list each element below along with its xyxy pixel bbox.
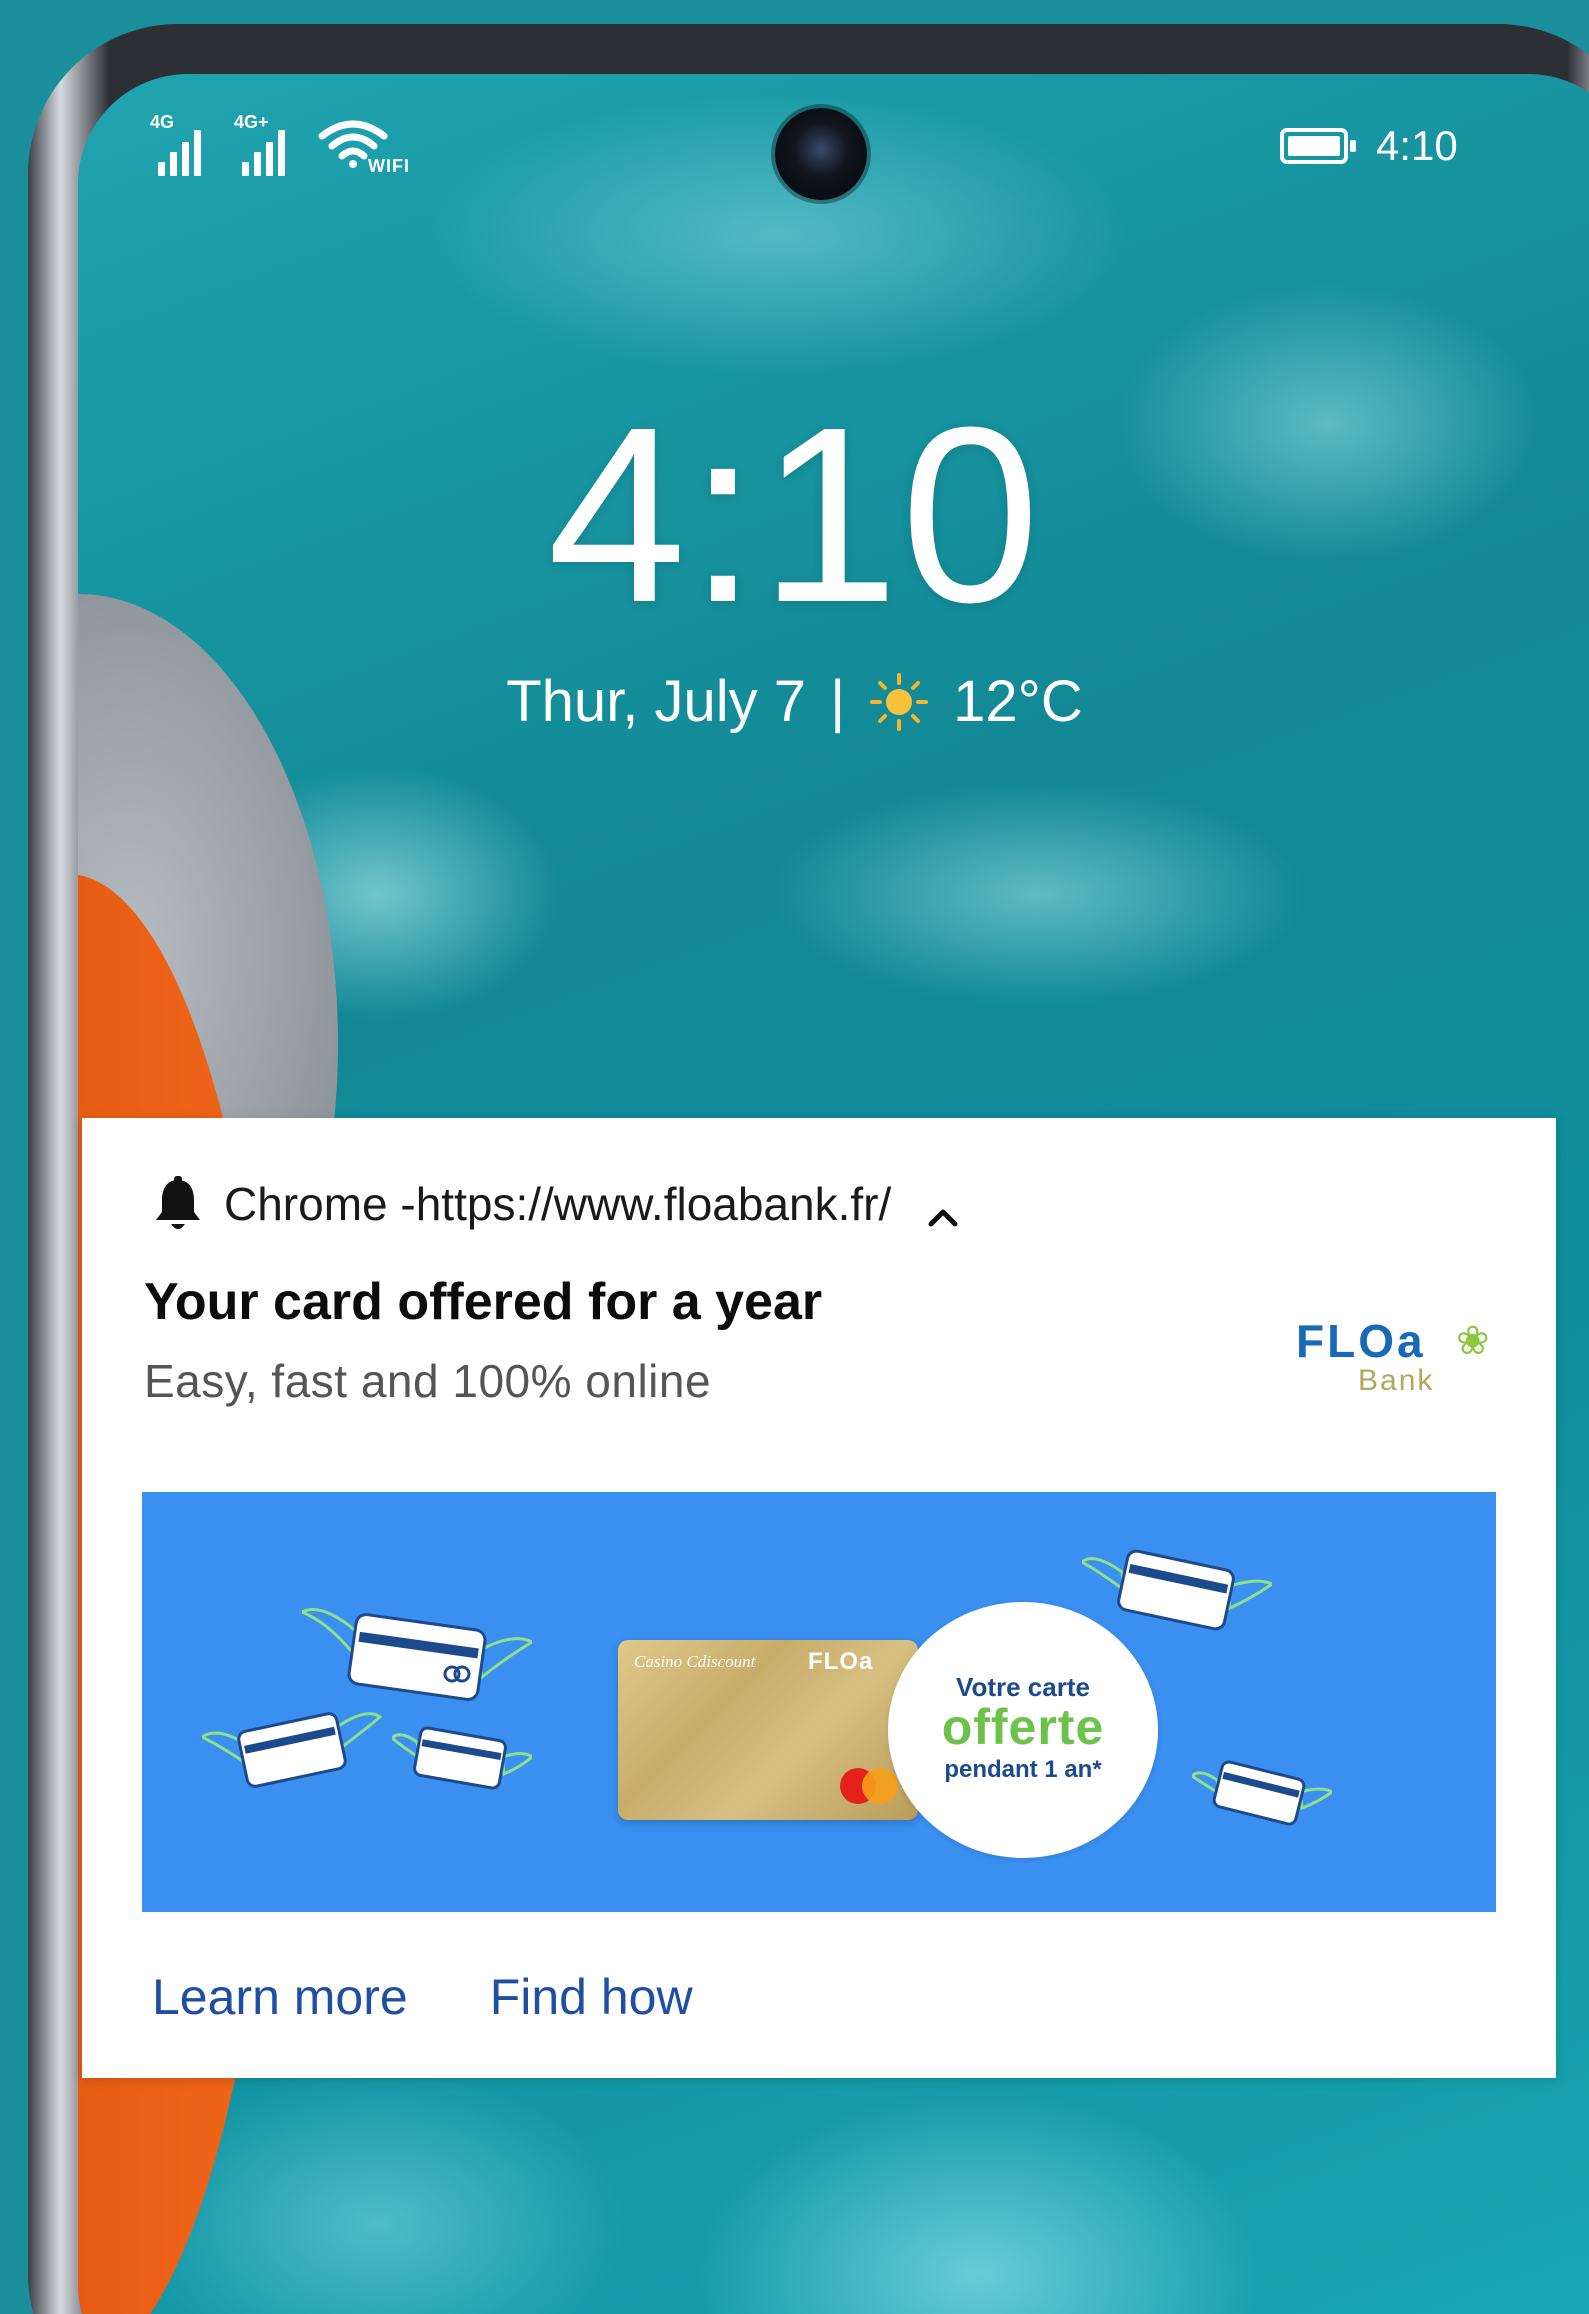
flying-card-icon	[1192, 1760, 1332, 1826]
notification-actions: Learn more Find how	[152, 1968, 693, 2026]
floa-logo-sub: Bank	[1358, 1364, 1435, 1397]
lock-screen-clock: 4:10	[547, 375, 1042, 654]
floa-logo-word: FLOa	[1296, 1315, 1426, 1367]
bell-icon	[152, 1176, 204, 1232]
date-weather-row: Thur, July 7 | 12°C	[0, 668, 1589, 735]
notification-url: https://www.floabank.fr/	[415, 1178, 892, 1230]
sun-icon	[869, 672, 929, 732]
notification-source: Chrome -https://www.floabank.fr/	[224, 1177, 891, 1231]
learn-more-button[interactable]: Learn more	[152, 1968, 408, 2026]
offer-badge: Votre carte offerte pendant 1 an*	[888, 1602, 1158, 1858]
battery-icon	[1280, 128, 1356, 164]
temperature: 12°C	[953, 669, 1083, 734]
find-how-button[interactable]: Find how	[490, 1968, 693, 2026]
push-notification[interactable]: Chrome -https://www.floabank.fr/ Your ca…	[82, 1118, 1556, 2078]
notification-title: Your card offered for a year	[144, 1273, 823, 1331]
flower-icon: ❀	[1456, 1319, 1490, 1363]
signal-icon: 4G	[150, 112, 216, 176]
flying-card-icon	[1082, 1549, 1272, 1631]
front-camera	[775, 108, 867, 200]
wifi-icon: WIFI	[318, 112, 418, 176]
offer-line-3: pendant 1 an*	[944, 1756, 1102, 1783]
notification-header: Chrome -https://www.floabank.fr/	[152, 1176, 963, 1232]
notification-app: Chrome -	[224, 1178, 416, 1230]
status-bar-right: 4:10	[1280, 122, 1589, 170]
status-bar-left: 4G 4G+ WIFI	[150, 112, 418, 176]
date-separator: |	[830, 669, 846, 734]
promo-banner-image[interactable]: Casino Cdiscount FLOa Votre carte offert…	[142, 1492, 1496, 1912]
floa-bank-logo: FLOa ❀ Bank	[1296, 1314, 1496, 1404]
card-brand-casino: Casino Cdiscount	[634, 1652, 756, 1671]
card-brand-floa: FLOa	[808, 1648, 874, 1675]
gold-credit-card: Casino Cdiscount FLOa	[618, 1640, 918, 1820]
flying-card-icon	[392, 1726, 532, 1790]
flying-card-icon	[202, 1712, 382, 1788]
wifi-label: WIFI	[368, 156, 410, 176]
signal-icon: 4G+	[234, 112, 300, 176]
lock-screen-date: Thur, July 7	[506, 669, 807, 734]
notification-body: Easy, fast and 100% online	[144, 1355, 712, 1407]
status-time: 4:10	[1376, 122, 1458, 169]
chevron-up-icon[interactable]	[923, 1189, 963, 1227]
offer-line-2: offerte	[941, 1699, 1105, 1755]
